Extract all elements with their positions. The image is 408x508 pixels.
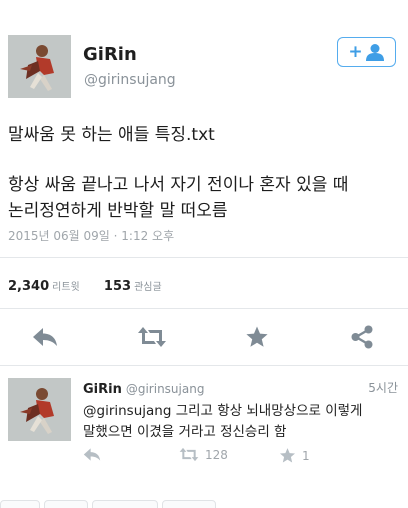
retweet-icon bbox=[179, 447, 199, 462]
user-handle[interactable]: @girinsujang bbox=[84, 72, 176, 88]
reply-text-line: 말했으면 이겼을 거라고 정신승리 함 bbox=[83, 424, 287, 440]
favorite-count: 153 bbox=[103, 279, 132, 294]
tweet-text-line: 항상 싸움 끝나고 나서 자기 전이나 혼자 있을 때 bbox=[8, 175, 349, 195]
divider bbox=[0, 365, 408, 366]
reply-handle[interactable]: @girinsujang bbox=[126, 382, 205, 396]
tweet-text-line: 말싸움 못 하는 애들 특징.txt bbox=[8, 125, 215, 145]
reply-retweet-count: 128 bbox=[205, 447, 228, 462]
follow-button[interactable]: + bbox=[337, 37, 396, 67]
next-item-fragment bbox=[0, 500, 40, 508]
share-icon bbox=[351, 325, 373, 349]
user-icon bbox=[365, 44, 384, 61]
reply-header: GiRin @girinsujang bbox=[83, 378, 204, 397]
retweet-count-link[interactable]: 2,340 리트윗 bbox=[8, 275, 85, 294]
tweet-stats: 2,340 리트윗 153 관심글 bbox=[8, 275, 162, 294]
divider bbox=[0, 257, 408, 258]
reply-time: 5시간 bbox=[368, 381, 398, 395]
star-icon bbox=[279, 448, 296, 463]
reply-display-name[interactable]: GiRin bbox=[83, 382, 122, 397]
retweet-button[interactable] bbox=[137, 322, 167, 352]
favorite-count-link[interactable]: 153 관심글 bbox=[104, 275, 162, 294]
reply-text-line: @girinsujang 그리고 항상 뇌내망상으로 이렇게 bbox=[83, 403, 363, 419]
reply-icon bbox=[83, 448, 101, 461]
share-button[interactable] bbox=[347, 322, 377, 352]
next-item-fragment bbox=[92, 500, 158, 508]
reply-favorite-count: 1 bbox=[302, 448, 310, 463]
avatar[interactable] bbox=[8, 35, 71, 98]
retweet-count: 2,340 bbox=[8, 279, 50, 294]
tweet-detail-screen: GiRin @girinsujang + 말싸움 못 하는 애들 특징.txt … bbox=[0, 0, 408, 508]
favorite-button[interactable] bbox=[242, 322, 272, 352]
reply-icon bbox=[33, 328, 57, 346]
divider bbox=[0, 308, 408, 309]
star-icon bbox=[246, 326, 268, 347]
plus-icon: + bbox=[348, 41, 363, 62]
next-item-fragment bbox=[162, 500, 216, 508]
reply-action-bar: 128 1 bbox=[83, 447, 383, 467]
favorite-label: 관심글 bbox=[134, 282, 162, 293]
tweet-timestamp: 2015년 06월 09일 · 1:12 오후 bbox=[8, 229, 175, 243]
display-name[interactable]: GiRin bbox=[83, 44, 137, 65]
reply-favorite-button[interactable]: 1 bbox=[279, 447, 310, 464]
reply-button[interactable] bbox=[30, 322, 60, 352]
avatar[interactable] bbox=[8, 378, 71, 441]
retweet-label: 리트윗 bbox=[52, 282, 80, 293]
retweet-icon bbox=[138, 327, 166, 347]
reply-retweet-button[interactable]: 128 bbox=[179, 447, 228, 462]
tweet-text-line: 논리정연하게 반박할 말 떠오름 bbox=[8, 201, 228, 221]
next-item-fragment bbox=[44, 500, 88, 508]
reply-reply-button[interactable] bbox=[83, 447, 101, 462]
